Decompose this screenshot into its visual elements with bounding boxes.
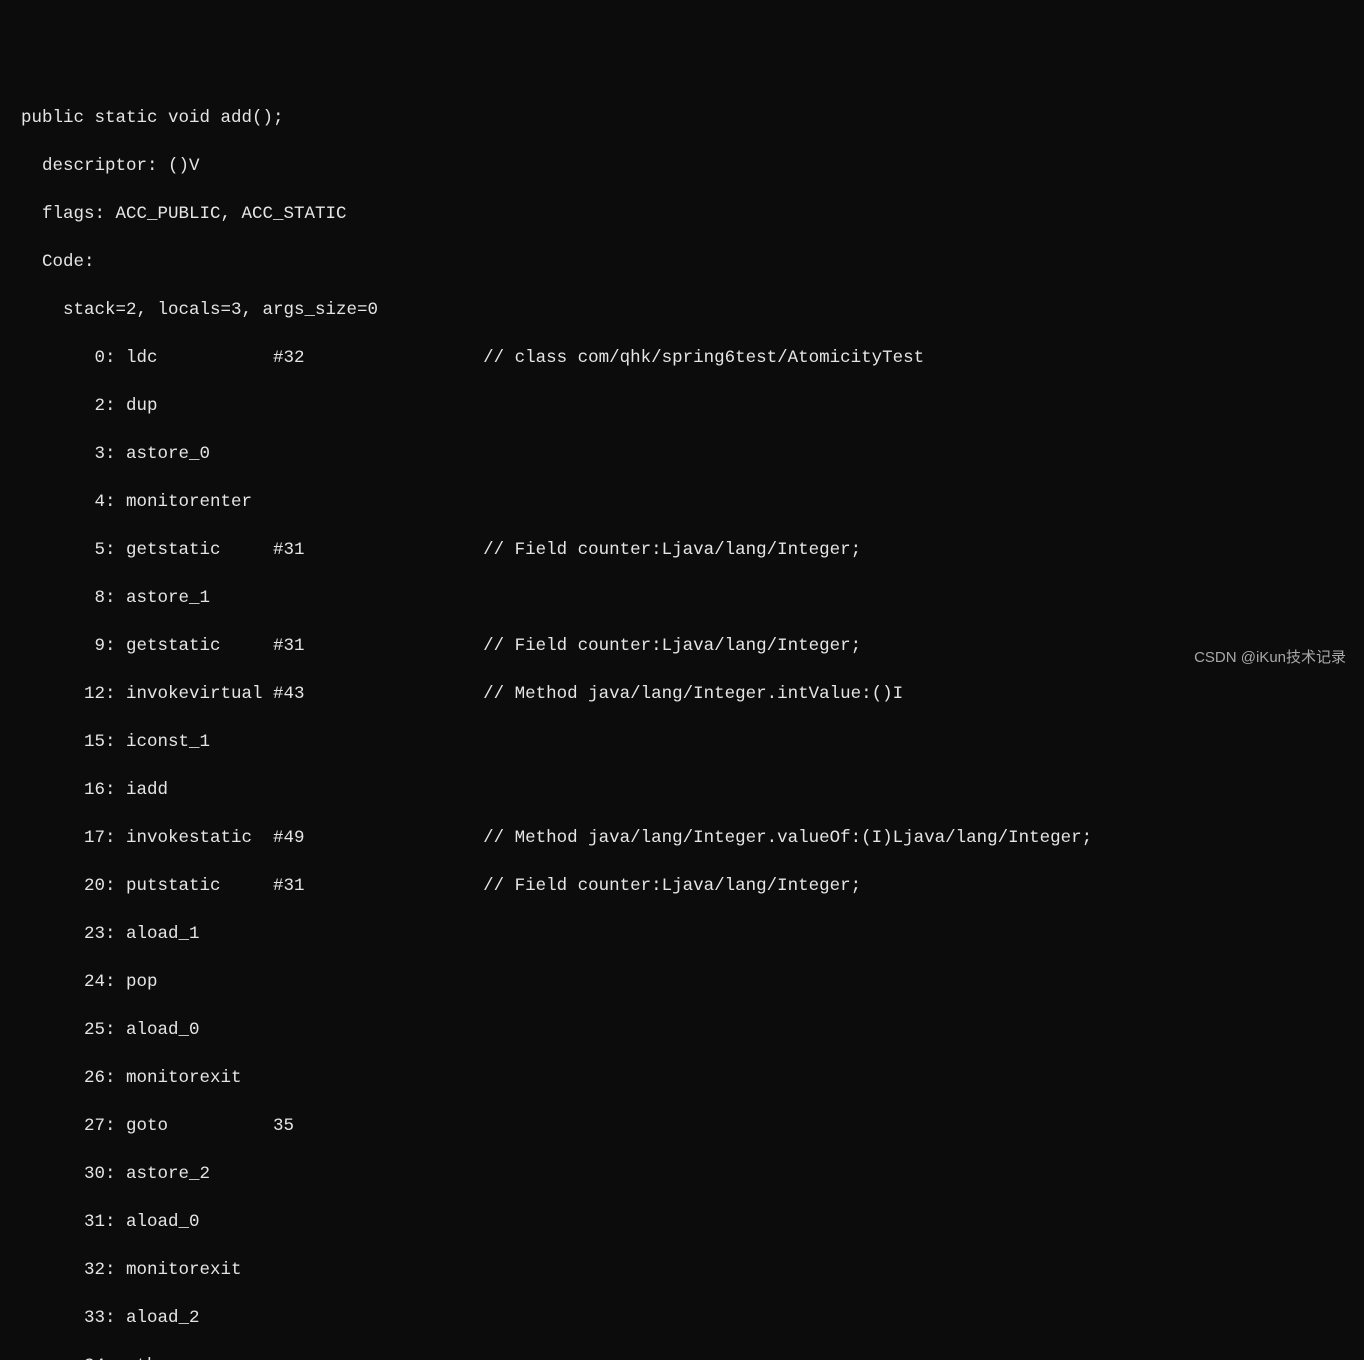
instruction-line: 30: astore_2 — [0, 1162, 1364, 1186]
instruction-line: 9: getstatic #31 // Field counter:Ljava/… — [0, 634, 1364, 658]
instruction-line: 25: aload_0 — [0, 1018, 1364, 1042]
instruction-line: 5: getstatic #31 // Field counter:Ljava/… — [0, 538, 1364, 562]
instruction-line: 2: dup — [0, 394, 1364, 418]
watermark-text: CSDN @iKun技术记录 — [1194, 646, 1346, 670]
descriptor-line: descriptor: ()V — [0, 154, 1364, 178]
instruction-line: 24: pop — [0, 970, 1364, 994]
stack-line: stack=2, locals=3, args_size=0 — [0, 298, 1364, 322]
instruction-line: 16: iadd — [0, 778, 1364, 802]
instruction-line: 27: goto 35 — [0, 1114, 1364, 1138]
instruction-line: 3: astore_0 — [0, 442, 1364, 466]
instruction-line: 33: aload_2 — [0, 1306, 1364, 1330]
instruction-line: 20: putstatic #31 // Field counter:Ljava… — [0, 874, 1364, 898]
flags-line: flags: ACC_PUBLIC, ACC_STATIC — [0, 202, 1364, 226]
instruction-line: 8: astore_1 — [0, 586, 1364, 610]
code-header: Code: — [0, 250, 1364, 274]
instruction-line: 31: aload_0 — [0, 1210, 1364, 1234]
instruction-line: 15: iconst_1 — [0, 730, 1364, 754]
instruction-line: 26: monitorexit — [0, 1066, 1364, 1090]
instruction-line: 32: monitorexit — [0, 1258, 1364, 1282]
instruction-line: 23: aload_1 — [0, 922, 1364, 946]
method-signature: public static void add(); — [0, 106, 1364, 130]
instruction-line: 0: ldc #32 // class com/qhk/spring6test/… — [0, 346, 1364, 370]
instruction-line: 17: invokestatic #49 // Method java/lang… — [0, 826, 1364, 850]
instruction-line: 12: invokevirtual #43 // Method java/lan… — [0, 682, 1364, 706]
instruction-line: 4: monitorenter — [0, 490, 1364, 514]
instruction-line: 34: athrow — [0, 1354, 1364, 1360]
